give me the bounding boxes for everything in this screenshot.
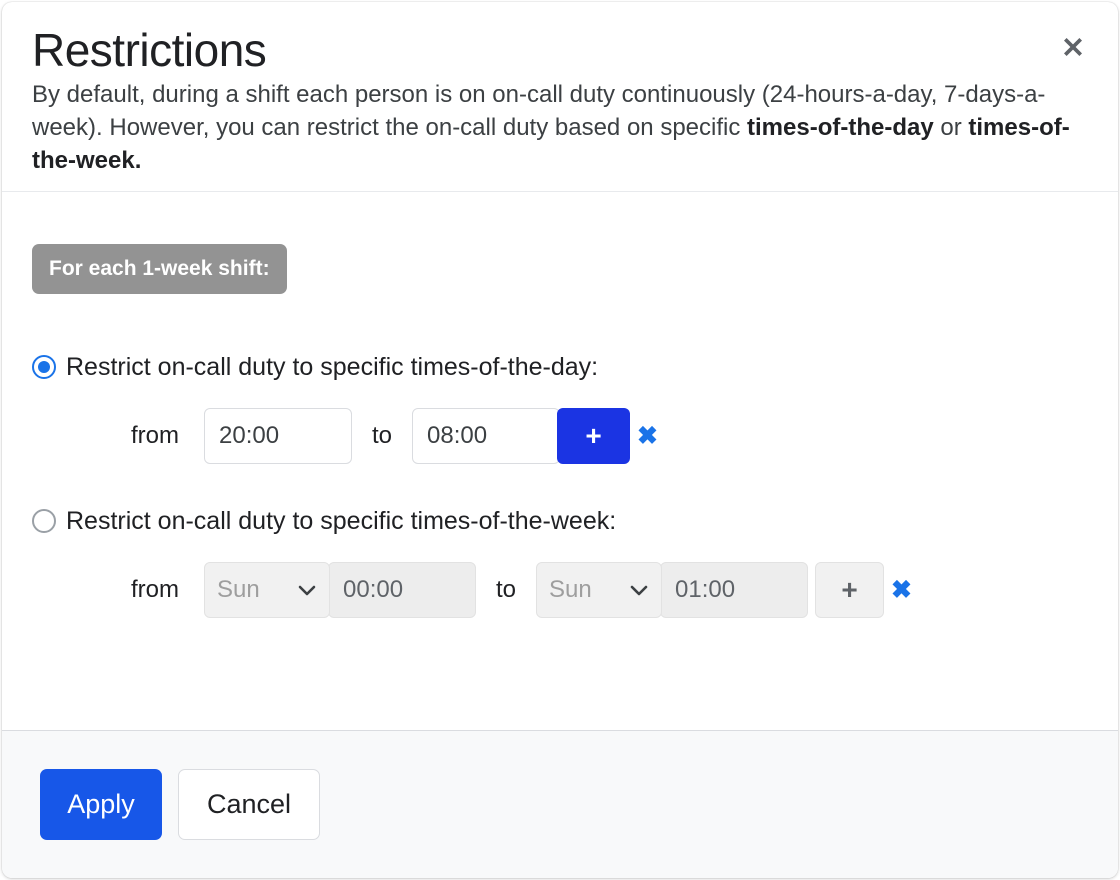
radio-times-of-the-day[interactable] [32,355,56,379]
option-times-of-the-week: Restrict on-call duty to specific times-… [32,506,1088,618]
radio-row-times-of-the-week[interactable]: Restrict on-call duty to specific times-… [32,506,1088,536]
radio-row-times-of-the-day[interactable]: Restrict on-call duty to specific times-… [32,352,1088,382]
from-day-select-value: Sun [217,576,260,603]
remove-x-icon: ✖ [637,421,658,450]
dialog-description: By default, during a shift each person i… [32,78,1082,177]
cancel-button[interactable]: Cancel [178,769,320,840]
from-label-week: from [131,576,179,603]
plus-icon: + [841,574,858,605]
radio-label-times-of-the-week[interactable]: Restrict on-call duty to specific times-… [66,506,616,536]
to-time-input-week[interactable] [660,562,809,618]
description-bold-day: times-of-the-day [747,114,934,141]
remove-x-icon: ✖ [891,575,912,604]
page-title: Restrictions [32,24,267,76]
to-day-select-week[interactable]: Sun [536,562,663,618]
time-of-day-range-row: from to + ✖ [32,408,1088,464]
to-day-select-value: Sun [549,576,592,603]
radio-label-times-of-the-day[interactable]: Restrict on-call duty to specific times-… [66,352,598,382]
option-times-of-the-day: Restrict on-call duty to specific times-… [32,352,1088,464]
radio-times-of-the-week[interactable] [32,509,56,533]
close-icon [1059,33,1087,61]
description-middle: or [933,114,969,141]
add-time-range-button-day[interactable]: + [557,408,631,464]
dialog-header: Restrictions By default, during a shift … [2,2,1118,192]
status-badge: For each 1-week shift: [32,244,287,294]
from-time-input-week[interactable] [328,562,476,618]
chevron-down-icon [298,576,316,604]
time-of-week-range-row: from Sun to Sun [32,562,1088,618]
remove-time-range-button-week[interactable]: ✖ [884,575,912,604]
dialog-body: For each 1-week shift: Restrict on-call … [2,192,1118,730]
dialog-footer: Apply Cancel [2,730,1118,878]
remove-time-range-button-day[interactable]: ✖ [630,421,658,450]
apply-button[interactable]: Apply [40,769,162,840]
restrictions-dialog: Restrictions By default, during a shift … [2,2,1118,878]
to-label-day: to [372,422,393,449]
plus-icon: + [585,420,602,451]
add-time-range-button-week[interactable]: + [815,562,885,618]
to-label-week: to [496,576,517,603]
close-button[interactable] [1056,30,1090,64]
from-day-select-week[interactable]: Sun [204,562,330,618]
from-time-input-day[interactable] [204,408,352,464]
to-time-input-day[interactable] [412,408,561,464]
from-label-day: from [131,422,179,449]
chevron-down-icon [630,576,648,604]
